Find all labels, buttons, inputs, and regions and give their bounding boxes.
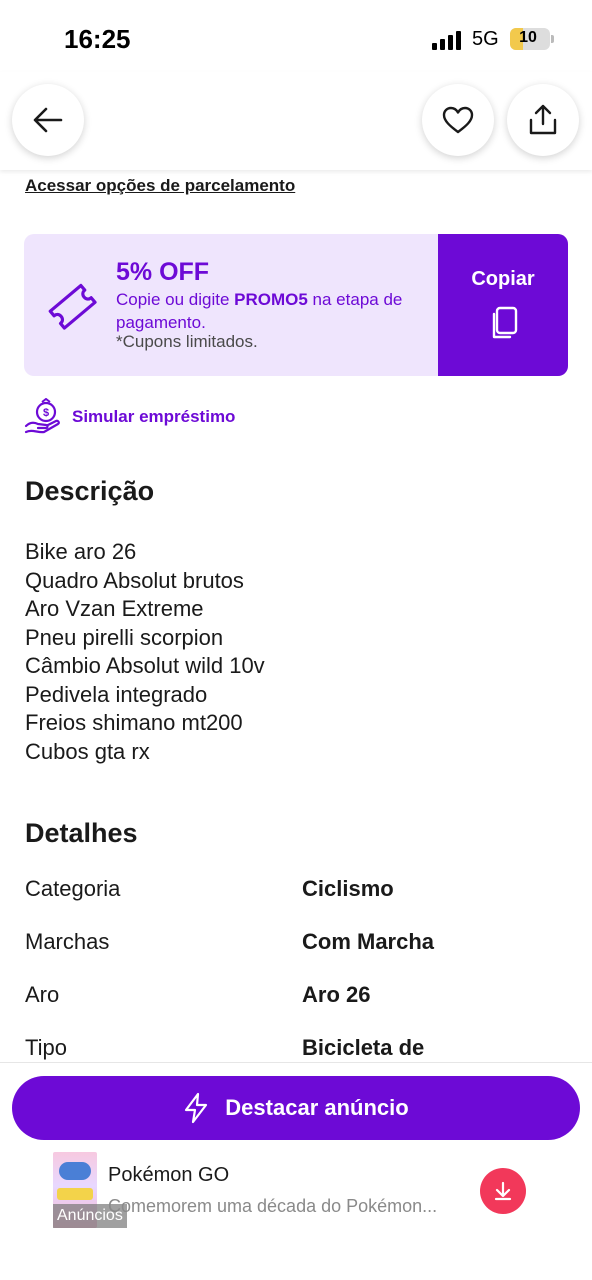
description-line: Quadro Absolut brutos xyxy=(25,567,244,593)
description-line: Cubos gta rx xyxy=(25,738,150,764)
status-bar: 16:25 5G 10 xyxy=(0,0,592,72)
share-icon xyxy=(529,104,557,135)
coupon-card: 5% OFF Copie ou digite PROMO5 na etapa d… xyxy=(24,234,568,376)
ad-banner[interactable]: Anúncios Pokémon GO Comemorem uma década… xyxy=(0,1150,592,1280)
detail-row-category: Categoria Ciclismo xyxy=(25,876,570,910)
cellular-signal-icon xyxy=(432,30,464,50)
detail-row-rim: Aro Aro 26 xyxy=(25,982,570,1016)
simulate-loan-link[interactable]: $ Simular empréstimo xyxy=(24,398,235,436)
download-icon xyxy=(494,1181,512,1201)
description-text: Bike aro 26 Quadro Absolut brutos Aro Vz… xyxy=(25,538,265,766)
detail-value: Aro 26 xyxy=(302,982,371,1007)
copy-icon xyxy=(492,306,518,339)
ad-download-button[interactable] xyxy=(480,1168,526,1214)
ad-subtitle: Comemorem uma década do Pokémon... xyxy=(108,1196,438,1216)
description-line: Bike aro 26 xyxy=(25,539,137,564)
coupon-code: PROMO5 xyxy=(234,290,308,309)
coupon-instructions: Copie ou digite PROMO5 na etapa de pagam… xyxy=(116,288,416,334)
ad-logo-sub xyxy=(57,1188,93,1200)
description-line: Aro Vzan Extreme xyxy=(25,596,204,621)
detail-key: Categoria xyxy=(25,876,121,901)
battery-tip xyxy=(551,35,554,43)
detail-key: Marchas xyxy=(25,929,110,954)
simulate-loan-label: Simular empréstimo xyxy=(72,407,236,426)
detail-value: Bicicleta de xyxy=(302,1035,425,1060)
detail-key: Tipo xyxy=(25,1035,67,1060)
detail-row-gears: Marchas Com Marcha xyxy=(25,929,570,963)
copy-coupon-button[interactable]: Copiar xyxy=(438,234,568,376)
back-button[interactable] xyxy=(12,84,84,156)
money-bag-hand-icon: $ xyxy=(24,398,60,434)
detail-value: Com Marcha xyxy=(302,929,435,954)
heart-icon xyxy=(442,106,474,134)
ticket-icon xyxy=(48,283,97,330)
description-line: Pedivela integrado xyxy=(25,681,208,707)
share-button[interactable] xyxy=(507,84,579,156)
description-line: Câmbio Absolut wild 10v xyxy=(25,653,265,678)
description-line: Pneu pirelli scorpion xyxy=(25,624,224,650)
battery-icon: 10 xyxy=(510,28,550,50)
installment-options-link[interactable]: Acessar opções de parcelamento xyxy=(25,176,295,196)
top-nav xyxy=(0,72,592,170)
coupon-title: 5% OFF xyxy=(116,258,210,286)
copy-label: Copiar xyxy=(471,268,535,290)
highlight-listing-button[interactable]: Destacar anúncio xyxy=(12,1076,580,1140)
description-line: Freios shimano mt200 xyxy=(25,710,243,735)
detail-key: Aro xyxy=(25,982,60,1007)
network-type: 5G xyxy=(472,28,499,50)
coupon-text-before: Copie ou digite xyxy=(116,290,235,309)
highlight-listing-label: Destacar anúncio xyxy=(225,1095,409,1120)
coupon-note: *Cupons limitados. xyxy=(116,332,258,351)
arrow-left-icon xyxy=(33,107,63,133)
description-title: Descrição xyxy=(25,476,155,506)
lightning-icon xyxy=(185,1092,208,1124)
svg-text:$: $ xyxy=(43,407,49,419)
ad-logo xyxy=(59,1162,91,1180)
favorite-button[interactable] xyxy=(422,84,494,156)
battery-level: 10 xyxy=(519,29,537,46)
detail-value: Ciclismo xyxy=(302,876,394,901)
ad-title: Pokémon GO xyxy=(108,1164,230,1186)
status-time: 16:25 xyxy=(64,24,131,54)
details-title: Detalhes xyxy=(25,818,138,848)
